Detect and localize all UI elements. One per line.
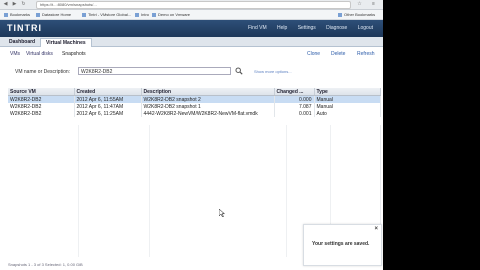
nav-logout[interactable]: Logout	[358, 25, 373, 31]
table-row[interactable]: W2K8R2-DB2 2012 Apr 6, 11:55AM W2K8R2-DB…	[8, 95, 381, 103]
toast-message: Your settings are saved.	[312, 241, 370, 247]
app-header: TINTRI Find VM Help Settings Diagnose Lo…	[0, 20, 383, 37]
top-nav: Find VM Help Settings Diagnose Logout	[239, 25, 373, 31]
nav-help[interactable]: Help	[277, 25, 287, 31]
subtab-virtual-disks[interactable]: Virtual disks	[26, 51, 53, 57]
show-more-options-link[interactable]: Show more options...	[254, 69, 292, 74]
col-source-vm[interactable]: Source VM	[8, 88, 75, 96]
close-icon[interactable]: ×	[374, 226, 378, 232]
col-type[interactable]: Type	[314, 88, 381, 96]
cell-type: Manual	[314, 95, 381, 103]
search-input[interactable]: W2K8R2-DB2	[78, 67, 231, 75]
url-field[interactable]: https://t...:8080/vm/snapshots/...	[36, 1, 351, 9]
reload-icon[interactable]: ↻	[20, 1, 27, 8]
search-bar: VM name or Description: W2K8R2-DB2 Show …	[0, 62, 383, 82]
cell-type: Auto	[314, 110, 381, 117]
bookmark-item[interactable]: Bookmarks	[4, 11, 30, 18]
nav-settings[interactable]: Settings	[298, 25, 316, 31]
nav-find-vm[interactable]: Find VM	[248, 25, 267, 31]
cell-created: 2012 Apr 6, 11:25AM	[74, 110, 142, 117]
bookmarks-bar: Bookmarks Datastore Home Tintri - VMstor…	[0, 10, 383, 20]
browser-window: ◀ ▶ ↻ https://t...:8080/vm/snapshots/...…	[0, 0, 383, 270]
subtab-vms[interactable]: VMs	[10, 51, 20, 57]
forward-icon[interactable]: ▶	[11, 1, 18, 8]
cell-changed: 0.000	[274, 95, 315, 103]
table-header: Source VM Created Description Changed ..…	[8, 88, 381, 96]
cell-created: 2012 Apr 6, 11:47AM	[74, 103, 142, 110]
cell-vm: W2K8R2-DB2	[8, 103, 75, 110]
table-row[interactable]: W2K8R2-DB2 2012 Apr 6, 11:47AM W2K8R2-DB…	[8, 103, 381, 110]
sub-tabs: VMs Virtual disks Snapshots Clone Delete…	[0, 47, 383, 61]
col-changed[interactable]: Changed ...	[274, 88, 315, 96]
cell-vm: W2K8R2-DB2	[8, 110, 75, 117]
tab-virtual-machines[interactable]: Virtual Machines	[40, 38, 92, 47]
cell-created: 2012 Apr 6, 11:55AM	[74, 95, 142, 103]
logo: TINTRI	[7, 23, 42, 33]
address-bar: ◀ ▶ ↻ https://t...:8080/vm/snapshots/...…	[0, 0, 383, 10]
cell-type: Manual	[314, 103, 381, 110]
table-row[interactable]: W2K8R2-DB2 2012 Apr 6, 11:25AM 4442-W2K8…	[8, 110, 381, 117]
subtab-snapshots[interactable]: Snapshots	[62, 51, 86, 57]
bookmark-item[interactable]: Demo on Vmware	[152, 11, 190, 18]
cell-description: W2K8R2-DB2 snapshot 2	[141, 95, 275, 103]
bookmark-item[interactable]: Intro	[135, 11, 149, 18]
cell-changed: 0.001	[274, 110, 315, 117]
other-bookmarks[interactable]: Other Bookmarks	[338, 11, 375, 18]
cell-description: 4442-W2K8R2-NewVM/W2K8R2-NewVM-flat.vmdk	[141, 110, 275, 117]
star-icon[interactable]: ☆	[356, 1, 363, 8]
clone-button[interactable]: Clone	[307, 51, 320, 57]
col-description[interactable]: Description	[141, 88, 275, 96]
notification-toast: × Your settings are saved.	[303, 224, 382, 266]
bookmark-item[interactable]: Datastore Home	[36, 11, 71, 18]
refresh-button[interactable]: Refresh	[357, 51, 375, 57]
bookmark-item[interactable]: Tintri - VMstore Global...	[82, 11, 131, 18]
wrench-icon[interactable]: ≡	[370, 1, 377, 8]
cell-vm: W2K8R2-DB2	[8, 95, 75, 103]
tab-dashboard[interactable]: Dashboard	[4, 38, 40, 46]
cell-changed: 7.087	[274, 103, 315, 110]
back-icon[interactable]: ◀	[2, 1, 9, 8]
cell-description: W2K8R2-DB2 snapshot 1	[141, 103, 275, 110]
nav-diagnose[interactable]: Diagnose	[326, 25, 347, 31]
search-label: VM name or Description:	[15, 69, 71, 75]
delete-button[interactable]: Delete	[331, 51, 345, 57]
status-bar: Snapshots 1 - 3 of 3 Selected: 1, 0.00 G…	[8, 262, 83, 267]
main-tabs: Dashboard Virtual Machines	[0, 37, 383, 47]
snapshots-table: Source VM Created Description Changed ..…	[8, 88, 381, 117]
cursor-icon	[219, 209, 225, 217]
search-icon[interactable]	[235, 67, 243, 75]
col-created[interactable]: Created	[74, 88, 142, 96]
